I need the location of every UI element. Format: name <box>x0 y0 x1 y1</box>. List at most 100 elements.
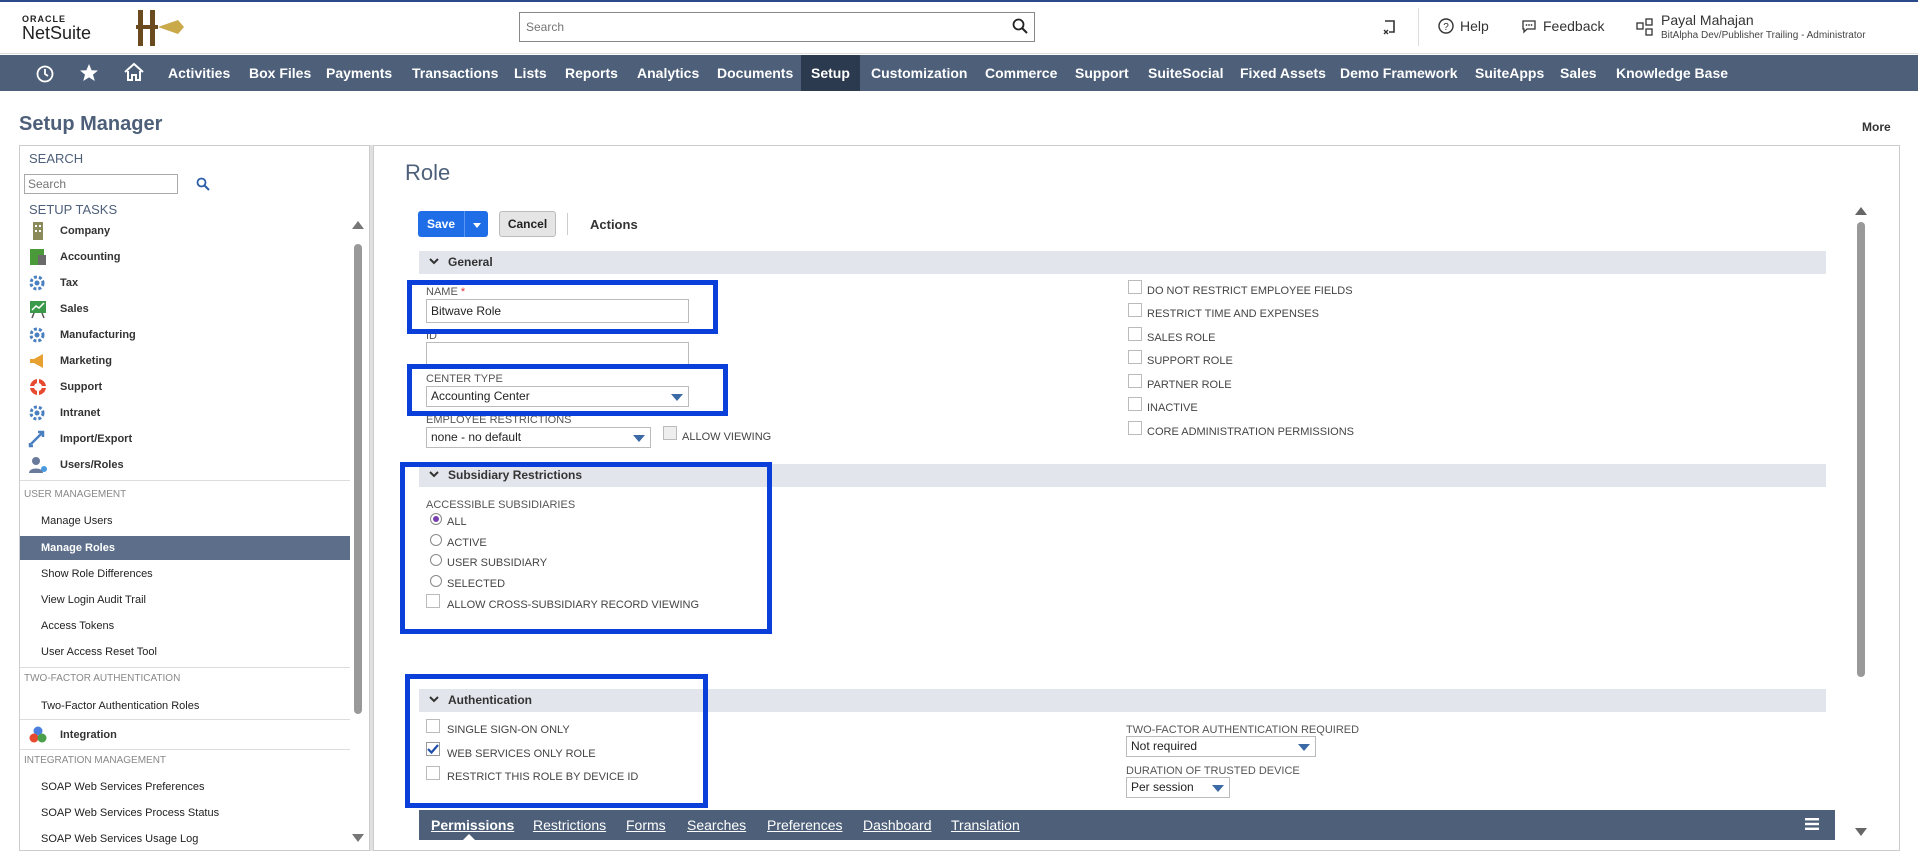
sidebar-item-soap-usage-log[interactable]: SOAP Web Services Usage Log <box>20 827 350 850</box>
nav-analytics[interactable]: Analytics <box>637 55 699 91</box>
nav-box-files[interactable]: Box Files <box>249 55 311 91</box>
tab-preferences[interactable]: Preferences <box>767 817 842 833</box>
task-integration[interactable]: Integration <box>28 723 117 747</box>
global-search[interactable] <box>519 12 1035 42</box>
do-not-restrict-employee-fields-checkbox[interactable] <box>1128 280 1142 294</box>
home-icon[interactable] <box>123 62 145 82</box>
tab-dashboard[interactable]: Dashboard <box>863 817 932 833</box>
star-icon[interactable] <box>79 63 99 83</box>
nav-support[interactable]: Support <box>1075 55 1129 91</box>
save-button[interactable]: Save <box>418 211 464 237</box>
sidebar-scrollbar[interactable] <box>350 147 366 847</box>
nav-reports[interactable]: Reports <box>565 55 618 91</box>
main-scrollbar[interactable] <box>1854 205 1868 839</box>
two-factor-required-value: Not required <box>1131 739 1198 753</box>
nav-suitesocial[interactable]: SuiteSocial <box>1148 55 1223 91</box>
nav-demo-framework[interactable]: Demo Framework <box>1340 55 1457 91</box>
task-company[interactable]: Company <box>28 219 110 243</box>
tab-permissions[interactable]: Permissions <box>431 817 514 833</box>
sidebar-item-two-factor-roles[interactable]: Two-Factor Authentication Roles <box>20 694 350 718</box>
feedback-icon <box>1522 20 1536 34</box>
sidebar-item-view-login-audit-trail[interactable]: View Login Audit Trail <box>20 588 350 612</box>
task-support[interactable]: Support <box>28 375 102 399</box>
nav-activities[interactable]: Activities <box>168 55 230 91</box>
feedback-link[interactable]: Feedback <box>1521 18 1604 34</box>
netsuite-logo[interactable]: NetSuite <box>22 23 91 44</box>
sales-role-label: SALES ROLE <box>1147 332 1216 344</box>
employee-restrictions-value: none - no default <box>431 430 522 444</box>
sidebar-search-icon[interactable] <box>196 177 210 191</box>
trusted-device-label: DURATION OF TRUSTED DEVICE <box>1126 765 1300 777</box>
nav-suiteapps[interactable]: SuiteApps <box>1475 55 1544 91</box>
tab-restrictions[interactable]: Restrictions <box>533 817 606 833</box>
tab-searches[interactable]: Searches <box>687 817 746 833</box>
tab-menu-icon[interactable] <box>1804 816 1820 832</box>
task-users-roles[interactable]: Users/Roles <box>28 453 124 477</box>
support-role-checkbox[interactable] <box>1128 350 1142 364</box>
id-field[interactable] <box>426 342 689 366</box>
tab-translation[interactable]: Translation <box>951 817 1020 833</box>
nav-fixed-assets[interactable]: Fixed Assets <box>1240 55 1326 91</box>
integration-icon <box>29 726 47 743</box>
nav-commerce[interactable]: Commerce <box>985 55 1057 91</box>
trusted-device-value: Per session <box>1131 780 1194 794</box>
divider <box>20 719 350 720</box>
search-icon[interactable] <box>1012 18 1028 34</box>
two-factor-required-select[interactable]: Not required <box>1126 736 1316 757</box>
help-link[interactable]: ? Help <box>1438 18 1489 34</box>
sidebar-item-show-role-differences[interactable]: Show Role Differences <box>20 562 350 586</box>
task-marketing[interactable]: Marketing <box>28 349 112 373</box>
task-accounting[interactable]: Accounting <box>28 245 121 269</box>
global-search-input[interactable] <box>520 13 1000 41</box>
task-tax[interactable]: Tax <box>28 271 78 295</box>
nav-setup[interactable]: Setup <box>801 55 860 91</box>
nav-transactions[interactable]: Transactions <box>412 55 498 91</box>
sidebar-item-manage-roles[interactable]: Manage Roles <box>20 536 350 560</box>
nav-knowledge-base[interactable]: Knowledge Base <box>1616 55 1728 91</box>
nav-documents[interactable]: Documents <box>717 55 793 91</box>
sidebar-item-user-access-reset-tool[interactable]: User Access Reset Tool <box>20 640 350 664</box>
nav-lists[interactable]: Lists <box>514 55 547 91</box>
cancel-button[interactable]: Cancel <box>499 211 556 237</box>
setup-tasks-header: SETUP TASKS <box>29 202 118 217</box>
highlight-name-box <box>407 280 718 334</box>
sidebar-item-soap-preferences[interactable]: SOAP Web Services Preferences <box>20 775 350 799</box>
sidebar-item-access-tokens[interactable]: Access Tokens <box>20 614 350 638</box>
task-label: Accounting <box>60 251 121 263</box>
allow-viewing-checkbox[interactable] <box>663 426 677 440</box>
save-options-button[interactable] <box>464 211 488 237</box>
role-switch-icon[interactable] <box>1636 18 1654 36</box>
restrict-time-expenses-checkbox[interactable] <box>1128 303 1142 317</box>
users-icon <box>29 457 47 473</box>
task-label: Import/Export <box>60 433 133 445</box>
task-sales[interactable]: Sales <box>28 297 89 321</box>
trusted-device-select[interactable]: Per session <box>1126 777 1230 798</box>
company-logo <box>136 10 184 46</box>
nav-sales[interactable]: Sales <box>1560 55 1597 91</box>
task-intranet[interactable]: Intranet <box>28 401 100 425</box>
help-icon: ? <box>1438 18 1454 34</box>
sidebar-search-input[interactable] <box>24 174 178 194</box>
more-link[interactable]: More <box>1862 120 1891 134</box>
page-title: Setup Manager <box>19 113 163 135</box>
tab-forms[interactable]: Forms <box>626 817 666 833</box>
partner-role-label: PARTNER ROLE <box>1147 379 1232 391</box>
core-admin-permissions-checkbox[interactable] <box>1128 421 1142 435</box>
employee-restrictions-select[interactable]: none - no default <box>426 427 651 448</box>
actions-menu[interactable]: Actions <box>590 217 638 232</box>
recent-history-icon[interactable] <box>35 64 55 84</box>
user-name[interactable]: Payal Mahajan <box>1661 12 1754 28</box>
general-section-header[interactable]: General <box>419 251 1826 274</box>
task-manufacturing[interactable]: Manufacturing <box>28 323 136 347</box>
partner-role-checkbox[interactable] <box>1128 374 1142 388</box>
task-import-export[interactable]: Import/Export <box>28 427 132 451</box>
sidebar-item-manage-users[interactable]: Manage Users <box>20 509 350 533</box>
sidebar-item-soap-process-status[interactable]: SOAP Web Services Process Status <box>20 801 350 825</box>
highlight-subsidiary-box <box>400 462 772 634</box>
nav-payments[interactable]: Payments <box>326 55 392 91</box>
user-role[interactable]: BitAlpha Dev/Publisher Trailing - Admini… <box>1661 30 1866 41</box>
nav-customization[interactable]: Customization <box>871 55 967 91</box>
recent-records-icon[interactable] <box>1381 18 1399 36</box>
inactive-checkbox[interactable] <box>1128 397 1142 411</box>
sales-role-checkbox[interactable] <box>1128 327 1142 341</box>
